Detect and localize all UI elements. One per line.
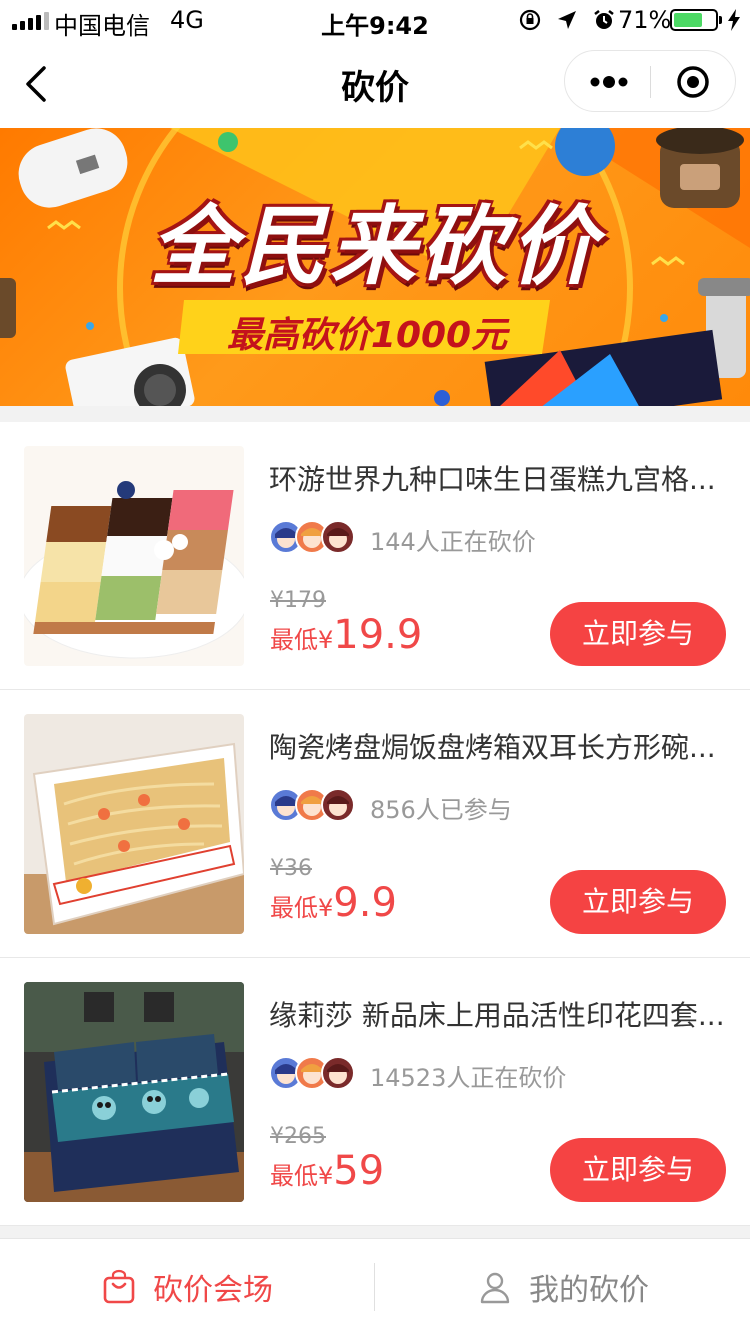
banner-title: 全民来砍价 <box>150 197 600 297</box>
promo-banner[interactable]: 全民来砍价 最高砍价1000元 <box>0 128 750 406</box>
original-price: ¥179 <box>270 588 326 613</box>
rotation-lock-icon <box>519 9 541 31</box>
lowest-price: 最低 ¥ 9.9 <box>270 880 397 926</box>
currency-symbol: ¥ <box>318 894 334 922</box>
avatar <box>321 788 355 822</box>
alarm-icon <box>594 10 614 29</box>
lowest-price-value: 19.9 <box>333 612 423 658</box>
product-title[interactable]: 缘莉莎 新品床上用品活性印花四套... <box>269 994 729 1034</box>
product-list: 环游世界九种口味生日蛋糕九宫格... 144人正在砍价 ¥179 最低 ¥ 19… <box>0 422 750 1226</box>
product-image[interactable] <box>24 714 244 934</box>
product-item[interactable]: 缘莉莎 新品床上用品活性印花四套... 14523人正在砍价 ¥265 最低 ¥… <box>0 958 750 1226</box>
location-icon <box>558 11 576 29</box>
status-bar: 中国电信 4G 上午9:42 71% <box>0 0 750 40</box>
lowest-price: 最低 ¥ 19.9 <box>270 612 422 658</box>
lowest-price-value: 59 <box>333 1148 385 1194</box>
more-dots-icon <box>590 76 628 88</box>
tab-bargain-venue[interactable]: 砍价会场 <box>0 1239 374 1334</box>
baking-dish-image <box>24 714 244 934</box>
lowest-price-value: 9.9 <box>333 880 397 926</box>
tab-divider <box>374 1263 375 1311</box>
battery-cap <box>719 16 722 24</box>
original-price: ¥36 <box>270 856 312 881</box>
battery-fill <box>674 13 703 27</box>
lowest-price-label: 最低 <box>270 894 318 922</box>
washing-machine-graphic <box>65 337 195 406</box>
currency-symbol: ¥ <box>318 1162 334 1190</box>
banner-subtitle-ribbon: 最高砍价1000元 <box>178 296 556 358</box>
banner-subtitle: 最高砍价1000元 <box>226 315 508 356</box>
product-item[interactable]: 陶瓷烤盘焗饭盘烤箱双耳长方形碗... 856人已参与 ¥36 最低 ¥ 9.9 … <box>0 690 750 958</box>
avatar <box>321 1056 355 1090</box>
participant-avatars <box>269 1056 359 1090</box>
close-miniprogram-button[interactable] <box>651 51 737 113</box>
more-button[interactable] <box>565 51 651 113</box>
original-price: ¥265 <box>270 1124 326 1149</box>
avatar <box>321 520 355 554</box>
participants-count: 144人正在砍价 <box>370 528 536 556</box>
currency-symbol: ¥ <box>318 626 334 654</box>
bedding-image <box>24 982 244 1202</box>
battery-percent: 71% <box>618 6 672 34</box>
join-button[interactable]: 立即参与 <box>550 602 726 666</box>
lowest-price: 最低 ¥ 59 <box>270 1148 384 1194</box>
participants-count: 856人已参与 <box>370 796 512 824</box>
product-image[interactable] <box>24 446 244 666</box>
target-close-icon <box>677 66 709 98</box>
bottom-tab-bar: 砍价会场 我的砍价 <box>0 1238 750 1334</box>
participants-count: 14523人正在砍价 <box>370 1064 567 1092</box>
lowest-price-label: 最低 <box>270 1162 318 1190</box>
product-item[interactable]: 环游世界九种口味生日蛋糕九宫格... 144人正在砍价 ¥179 最低 ¥ 19… <box>0 422 750 690</box>
join-button[interactable]: 立即参与 <box>550 870 726 934</box>
tab-label: 我的砍价 <box>529 1273 649 1308</box>
join-button[interactable]: 立即参与 <box>550 1138 726 1202</box>
product-image[interactable] <box>24 982 244 1202</box>
tab-label: 砍价会场 <box>153 1273 273 1308</box>
product-title[interactable]: 陶瓷烤盘焗饭盘烤箱双耳长方形碗... <box>269 726 729 766</box>
tab-my-bargains[interactable]: 我的砍价 <box>376 1239 750 1334</box>
participant-avatars <box>269 520 359 554</box>
miniprogram-capsule <box>564 50 736 112</box>
status-icons <box>518 8 616 32</box>
cake-image <box>24 446 244 666</box>
charging-icon <box>728 9 740 31</box>
bag-icon <box>103 1269 135 1304</box>
lowest-price-label: 最低 <box>270 626 318 654</box>
product-title[interactable]: 环游世界九种口味生日蛋糕九宫格... <box>269 458 729 498</box>
navigation-bar: 砍价 <box>0 40 750 128</box>
participant-avatars <box>269 788 359 822</box>
user-icon <box>480 1272 510 1304</box>
battery-icon <box>670 9 718 31</box>
